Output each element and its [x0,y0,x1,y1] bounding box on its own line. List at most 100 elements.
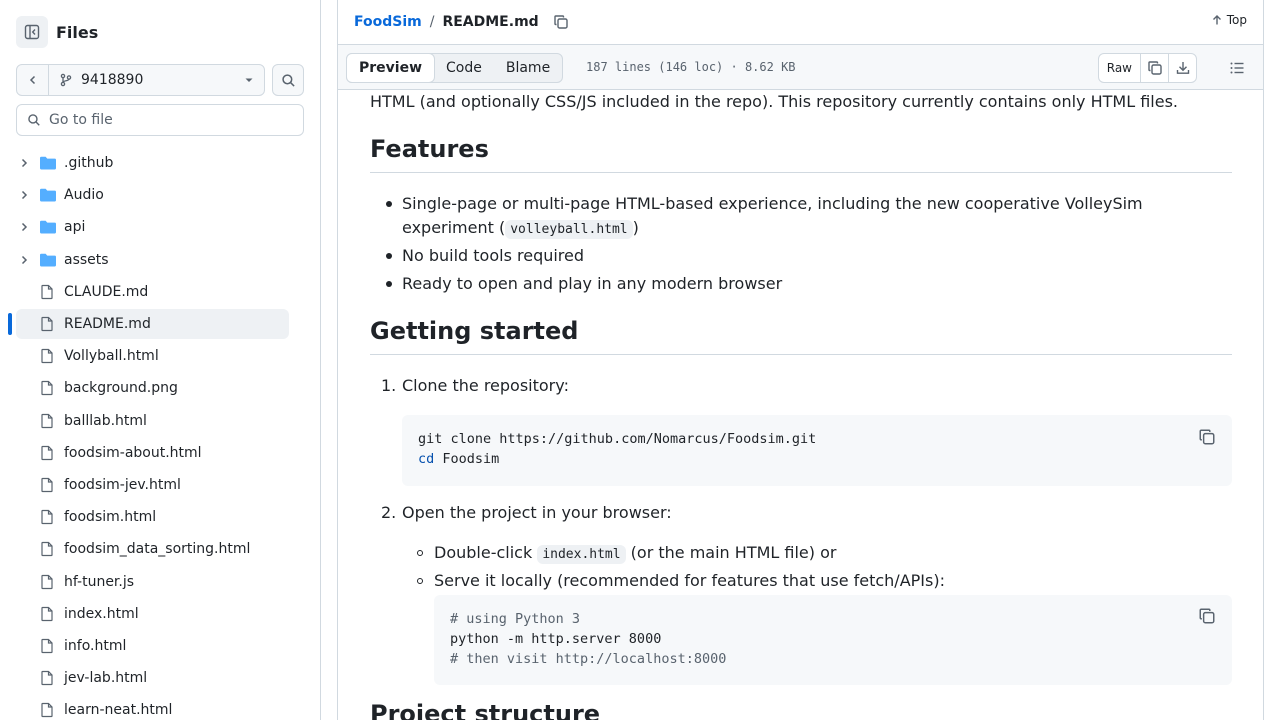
folder-icon [39,251,57,269]
arrow-up-icon [1212,15,1221,25]
tree-item-label: README.md [64,316,151,333]
tree-file[interactable]: learn-neat.html [0,694,320,720]
list-unordered-icon [1230,62,1244,74]
sub-list-item: Serve it locally (recommended for featur… [434,571,945,590]
tree-item-label: jev-lab.html [64,670,148,687]
file-icon [39,476,57,494]
tree-item-label: assets [64,251,109,268]
tree-item-label: .github [64,155,114,172]
tree-folder[interactable]: assets [0,244,320,276]
tab-code[interactable]: Code [434,54,494,82]
search-files-button[interactable] [272,64,304,96]
file-header: Preview Code Blame 187 lines (146 loc) ·… [338,44,1263,90]
tree-folder[interactable]: .github [0,147,320,179]
download-button[interactable] [1168,54,1196,82]
sidebar-title: Files [56,22,99,42]
copy-code-button[interactable] [1198,428,1216,446]
file-tree: .github Audio api assets CLAUDE.md README.md V… [0,147,320,720]
tree-file[interactable]: jev-lab.html [0,662,320,694]
tree-file[interactable]: README.md [0,308,320,340]
triangle-down-icon [245,78,253,82]
tree-file[interactable]: foodsim_data_sorting.html [0,533,320,565]
feature-1-text: experiment ( [402,218,506,237]
branch-row: 9418890 [16,64,304,96]
sidebar-header: Files [16,16,98,48]
code-block: git clone https://github.com/Nomarcus/Fo… [402,415,1232,486]
branch-name: 9418890 [81,72,144,88]
file-icon [39,412,57,430]
tree-file[interactable]: index.html [0,598,320,630]
copy-icon [1147,61,1162,75]
tree-file[interactable]: foodsim-about.html [0,437,320,469]
file-icon [39,444,57,462]
tree-folder[interactable]: Audio [0,179,320,211]
feature-1-line-1: Single-page or multi-page HTML-based exp… [402,194,1143,213]
branch-picker[interactable]: 9418890 [49,65,264,95]
breadcrumb-repo-link[interactable]: FoodSim [354,14,422,30]
list-item: Ready to open and play in any modern bro… [402,274,783,293]
tree-item-label: foodsim_data_sorting.html [64,541,251,558]
chevron-right-icon[interactable] [18,254,30,266]
tree-folder[interactable]: api [0,211,320,243]
tree-file[interactable]: info.html [0,630,320,662]
heading-features: Features [370,137,1232,173]
folder-icon [39,218,57,236]
tab-preview[interactable]: Preview [346,53,436,83]
chevron-right-icon[interactable] [18,157,30,169]
code-line: Foodsim [434,451,500,467]
go-to-file-input[interactable] [49,112,289,128]
breadcrumb-file: README.md [442,14,539,30]
chevron-left-icon [29,75,35,85]
copy-icon [1199,608,1215,624]
tree-item-label: CLAUDE.md [64,283,149,300]
tree-item-label: hf-tuner.js [64,573,135,590]
back-to-top-link[interactable]: Top [1211,13,1247,27]
tree-file[interactable]: foodsim.html [0,501,320,533]
list-item-continuation: experiment (volleyball.html) [402,216,639,242]
tree-file[interactable]: hf-tuner.js [0,565,320,597]
code-keyword: cd [418,451,435,467]
breadcrumb-separator: / [429,14,435,30]
code-comment: # then visit http://localhost:8000 [450,651,727,667]
sub-item-1-text: Double-click [434,543,538,562]
tree-item-label: info.html [64,637,127,654]
outline-button[interactable] [1227,58,1247,78]
tree-file[interactable]: balllab.html [0,405,320,437]
copy-code-button[interactable] [1198,607,1216,625]
file-icon [39,669,57,687]
chevron-right-icon[interactable] [18,221,30,233]
search-icon [28,114,40,126]
code-line: git clone https://github.com/Nomarcus/Fo… [418,431,817,447]
inline-code: index.html [537,545,626,564]
copy-path-button[interactable] [553,14,569,30]
selection-indicator [8,312,12,335]
back-button[interactable] [17,65,49,95]
raw-button[interactable]: Raw [1099,54,1140,82]
file-meta: 187 lines (146 loc) · 8.62 KB [586,60,796,74]
collapse-sidebar-button[interactable] [16,16,48,48]
go-to-file-field[interactable] [16,104,304,136]
copy-raw-button[interactable] [1140,54,1168,82]
tab-blame[interactable]: Blame [494,54,562,82]
file-breadcrumb-bar: FoodSim / README.md Top [338,0,1263,44]
branch-selector-group: 9418890 [16,64,265,96]
file-icon [39,573,57,591]
file-icon [39,540,57,558]
sub-item-1-rest: (or the main HTML file) or [625,543,837,562]
list-item: Open the project in your browser: [402,503,672,522]
tree-file[interactable]: CLAUDE.md [0,276,320,308]
inline-code: volleyball.html [505,220,633,239]
tree-item-label: Vollyball.html [64,348,159,365]
file-icon [39,605,57,623]
download-icon [1176,62,1189,74]
search-icon [281,73,295,87]
file-icon [39,379,57,397]
tree-file[interactable]: foodsim-jev.html [0,469,320,501]
git-branch-icon [60,73,72,87]
chevron-right-icon[interactable] [18,189,30,201]
tree-item-label: background.png [64,380,178,397]
tree-file[interactable]: background.png [0,372,320,404]
tree-file[interactable]: Vollyball.html [0,340,320,372]
tree-item-label: learn-neat.html [64,702,173,719]
tree-item-label: api [64,219,86,236]
